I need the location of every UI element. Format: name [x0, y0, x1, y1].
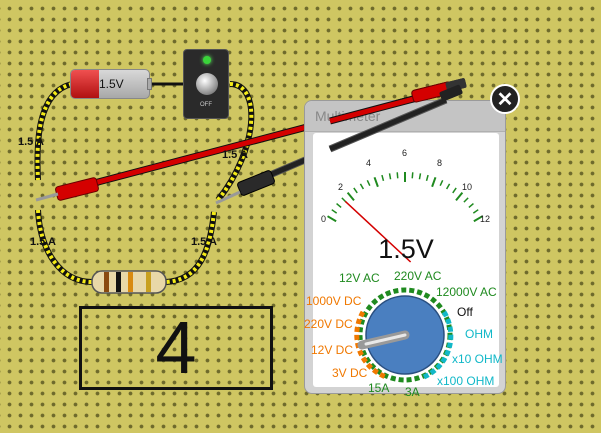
- dial-option-x10-ohm[interactable]: x10 OHM: [452, 352, 503, 366]
- dial-option-3a[interactable]: 3A: [405, 385, 420, 399]
- dial-option-3v-dc[interactable]: 3V DC: [332, 366, 367, 380]
- close-icon[interactable]: ✕: [490, 84, 520, 114]
- dial-option-220v-ac[interactable]: 220V AC: [394, 269, 441, 283]
- dial-option-1000v-dc[interactable]: 1000V DC: [306, 294, 361, 308]
- dial-option-12v-dc[interactable]: 12V DC: [311, 343, 353, 357]
- dial-option-x100-ohm[interactable]: x100 OHM: [437, 374, 494, 388]
- dial-option-12000v-ac[interactable]: 12000V AC: [436, 285, 497, 299]
- dial-option-ohm[interactable]: OHM: [465, 327, 493, 341]
- dial-option-220v-dc[interactable]: 220V DC: [304, 317, 353, 331]
- dial-option-15a[interactable]: 15A: [368, 381, 389, 395]
- dial-option-12v-ac[interactable]: 12V AC: [339, 271, 380, 285]
- dial-option-off[interactable]: Off: [457, 305, 473, 319]
- selector-dial[interactable]: [0, 0, 601, 433]
